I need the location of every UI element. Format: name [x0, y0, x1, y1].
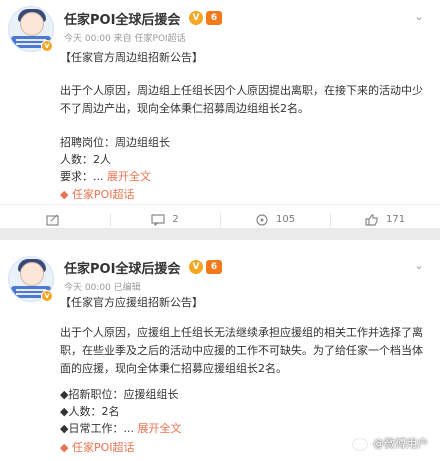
verified-badge-icon: v: [41, 40, 53, 52]
topic-icon: ◆: [60, 188, 69, 201]
more-options-icon[interactable]: ⌄: [412, 10, 426, 24]
field-position: 招聘岗位：周边组组长: [60, 136, 170, 149]
field-count: 人数：2人: [60, 153, 111, 166]
vip-icon: V: [189, 260, 203, 274]
requirements-label: 要求：...: [60, 170, 104, 183]
thumbs-up-icon: [365, 214, 378, 226]
repost-count: 105: [276, 214, 296, 225]
fan-badge-icon: 6: [206, 260, 222, 274]
expand-full-text-link[interactable]: 展开全文: [137, 422, 181, 435]
post-divider: [0, 228, 440, 240]
post-title: 【任家官方应援组招新公告】: [60, 296, 203, 309]
weibo-watermark: @微博用户: [352, 435, 428, 451]
weibo-post-2: v 任家POI全球后援会 V 6 ⌄ 今天 00:00 已编辑 【任家官方应援组…: [0, 240, 440, 461]
field-count: ◆人数：2名: [60, 405, 120, 418]
repost-icon: [256, 214, 268, 226]
more-options-icon[interactable]: ⌄: [412, 259, 426, 273]
weibo-logo-icon: [352, 438, 367, 450]
field-requirements: 要求：... 展开全文: [60, 168, 430, 186]
author-name[interactable]: 任家POI全球后援会: [64, 9, 180, 28]
supertopic-label: 任家POI超话: [71, 188, 135, 201]
comment-count: 2: [172, 214, 179, 225]
topic-icon: ◆: [60, 441, 69, 454]
post-body: 出于个人原因，应援组上任组长无法继续承担应援组的相关工作并选择了离职，在些业季及…: [60, 326, 423, 375]
daily-work-label: ◆日常工作：...: [60, 422, 134, 435]
weibo-post-1: v 任家POI全球后援会 V 6 ⌄ 今天 00:00 来自 任家POI超话 【…: [0, 0, 440, 228]
supertopic-link[interactable]: ◆ 任家POI超话: [60, 186, 135, 202]
author-name[interactable]: 任家POI全球后援会: [64, 258, 180, 277]
supertopic-label: 任家POI超话: [71, 441, 135, 454]
vip-icon: V: [189, 11, 203, 25]
like-count: 171: [386, 214, 406, 225]
watermark-text: @微博用户: [373, 437, 428, 450]
post-title: 【任家官方周边组招新公告】: [60, 51, 203, 64]
comment-icon: [151, 214, 165, 226]
fan-badge-icon: 6: [206, 11, 222, 25]
post-body: 出于个人原因，周边组上任组长因个人原因提出离职，在接下来的活动中少不了周边产出，…: [60, 84, 423, 115]
post-meta: 今天 00:00 来自 任家POI超话: [64, 34, 186, 44]
field-position: ◆招新职位：应援组组长: [60, 388, 179, 401]
supertopic-link[interactable]: ◆ 任家POI超话: [60, 439, 135, 455]
verified-badge-icon: v: [41, 290, 53, 302]
post-meta: 今天 00:00 已编辑: [64, 283, 141, 293]
share-icon: [46, 214, 59, 226]
expand-full-text-link[interactable]: 展开全文: [107, 170, 151, 183]
